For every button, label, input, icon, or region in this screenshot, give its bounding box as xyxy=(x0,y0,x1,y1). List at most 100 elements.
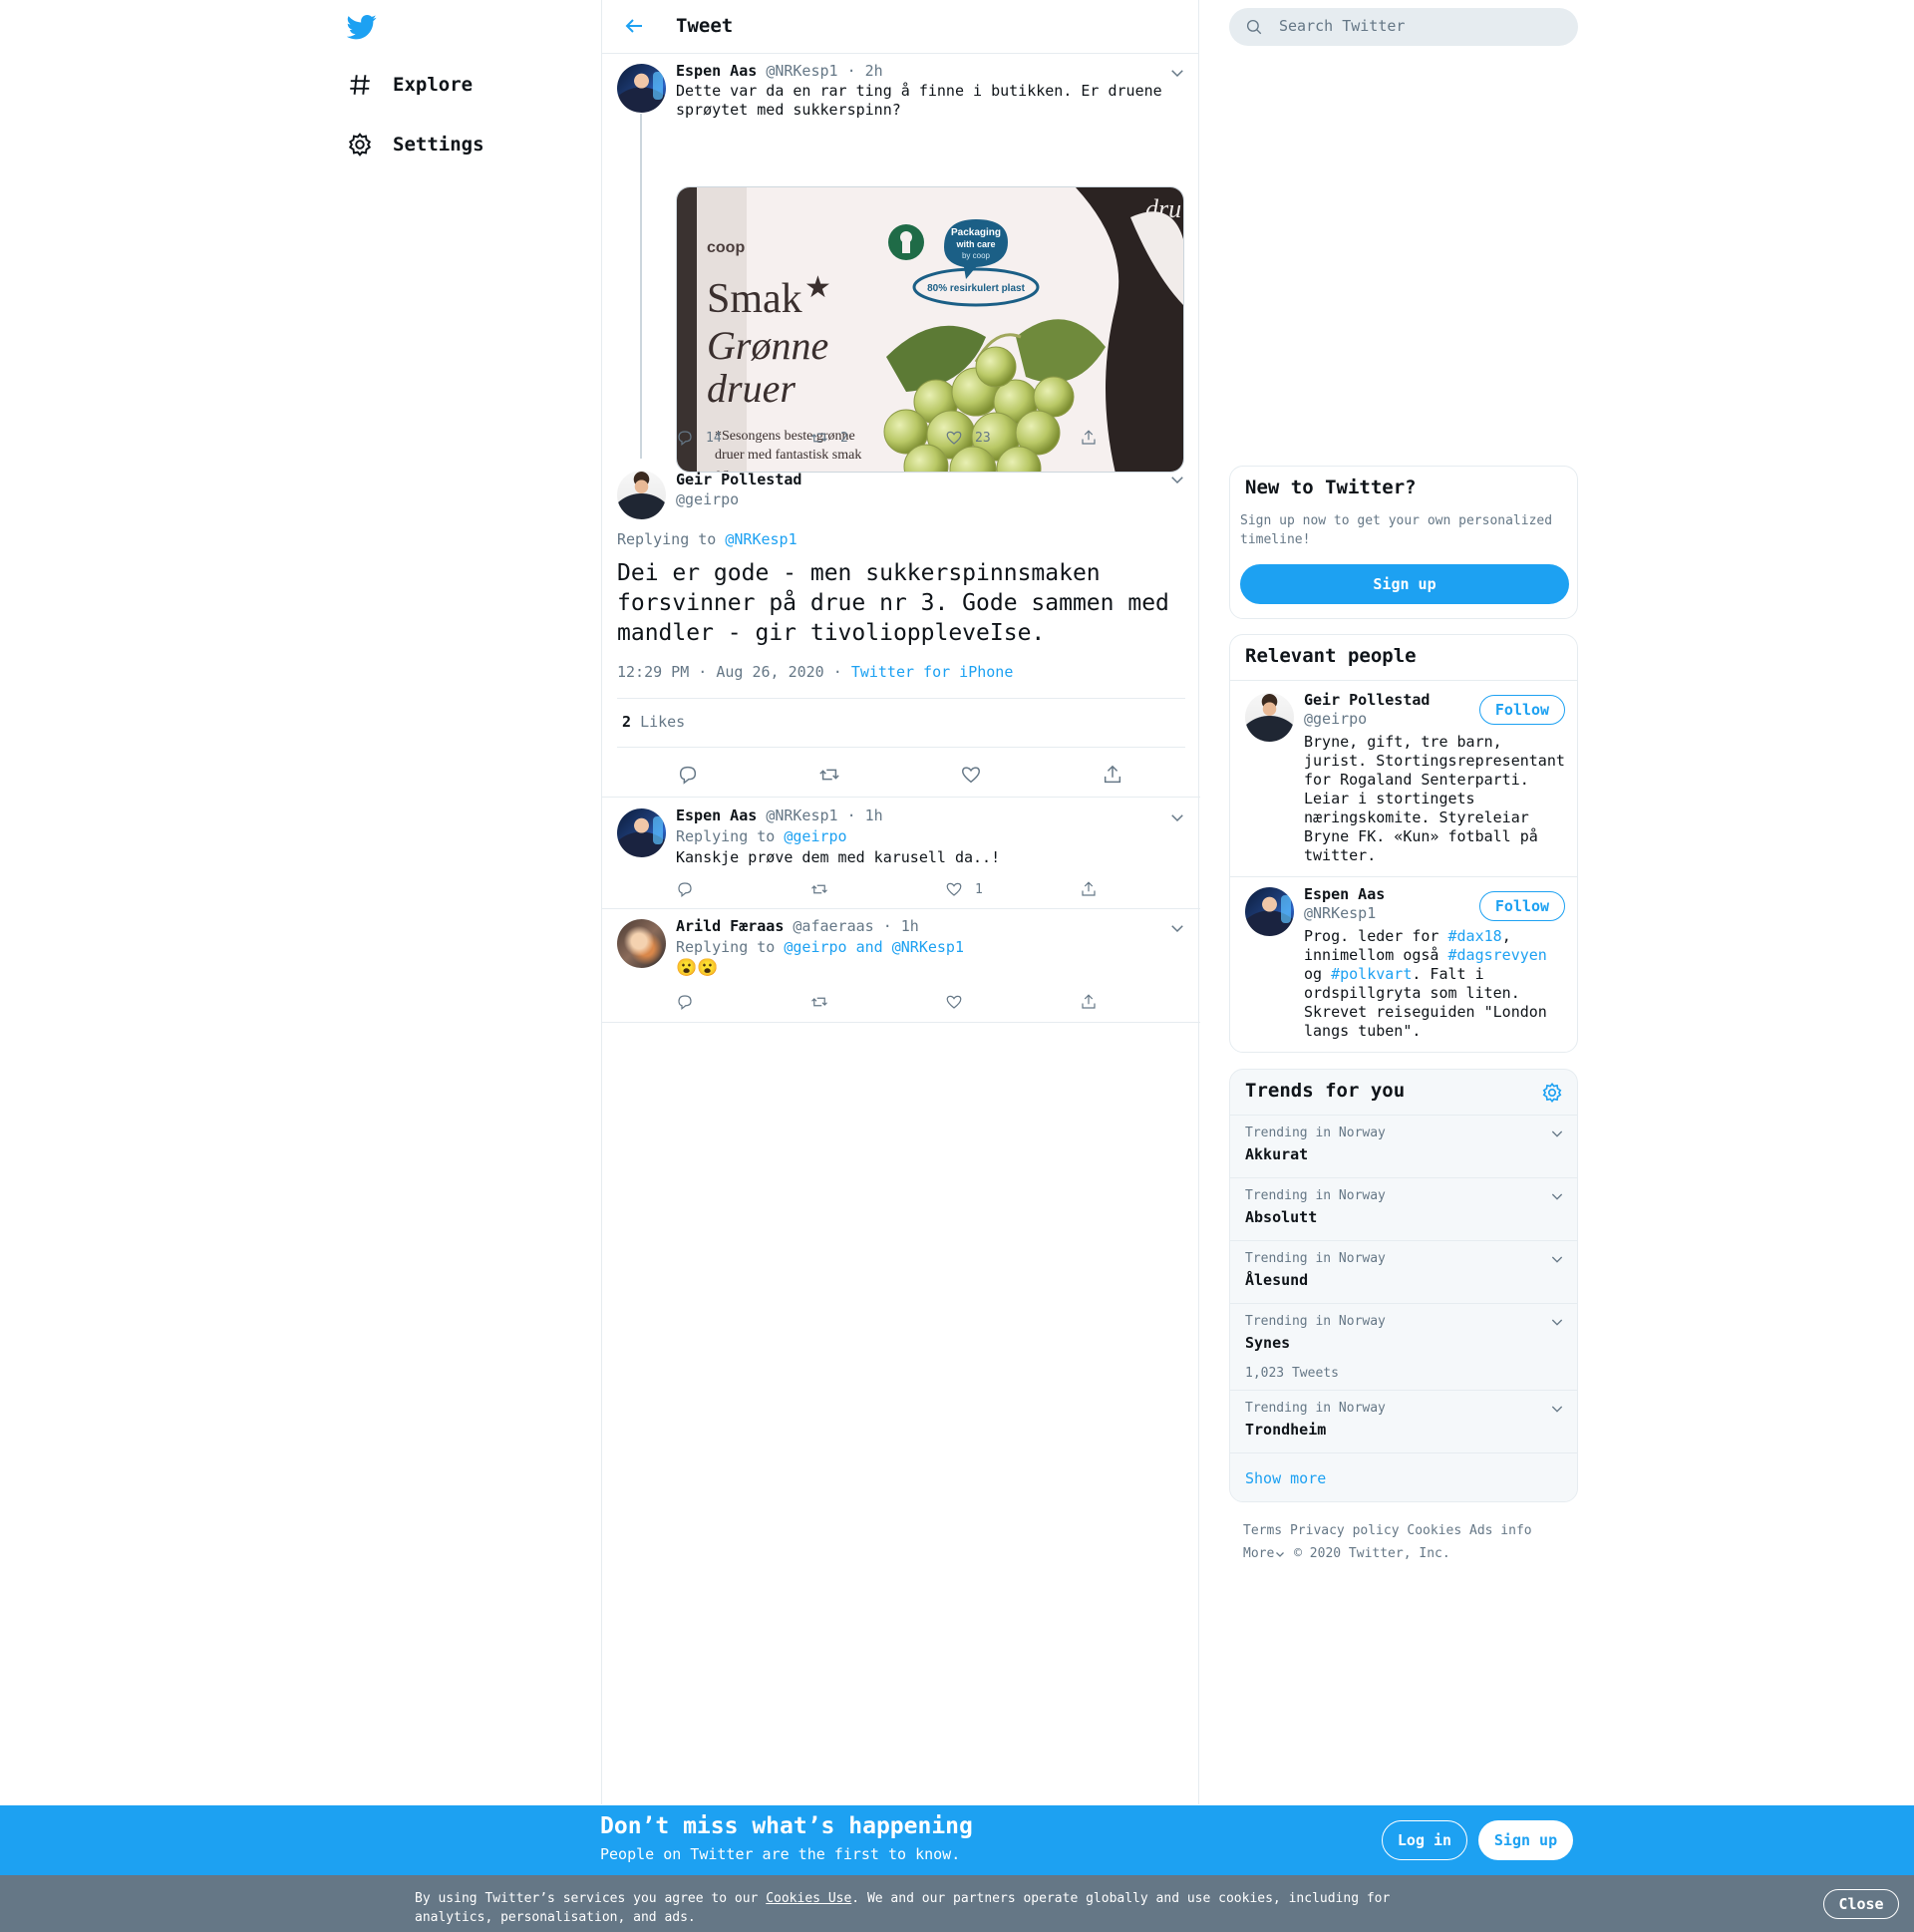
tweet-source-link[interactable]: Twitter for iPhone xyxy=(851,663,1014,681)
author-name[interactable]: Espen Aas xyxy=(676,62,757,80)
nav-explore[interactable]: Explore xyxy=(347,72,473,98)
sign-up-button[interactable]: Sign up xyxy=(1240,564,1569,604)
chevron-down-icon[interactable] xyxy=(1549,1188,1565,1204)
person-item[interactable]: Geir Pollestad @geirpo Follow Bryne, gif… xyxy=(1230,680,1577,876)
author-handle[interactable]: @afaeraas xyxy=(793,917,873,935)
author-name[interactable]: Espen Aas xyxy=(676,806,757,824)
tweet-time[interactable]: 2h xyxy=(865,62,883,80)
chevron-down-icon[interactable] xyxy=(1549,1314,1565,1330)
person-name[interactable]: Espen Aas xyxy=(1304,885,1385,903)
show-more-link[interactable]: Show more xyxy=(1245,1469,1326,1487)
footer-ads-link[interactable]: Ads info xyxy=(1469,1523,1532,1538)
author-name[interactable]: Geir Pollestad xyxy=(676,471,801,488)
trend-item[interactable]: Trending in Norway Synes 1,023 Tweets xyxy=(1230,1303,1577,1390)
reply-tweet[interactable]: Espen Aas @NRKesp1 · 1h Replying to @gei… xyxy=(602,799,1200,909)
like-button[interactable] xyxy=(960,764,982,786)
like-button[interactable]: 23 xyxy=(945,429,991,447)
person-handle[interactable]: @NRKesp1 xyxy=(1304,904,1376,922)
reply-tweet[interactable]: Arild Færaas @afaeraas · 1h Replying to … xyxy=(602,909,1200,1023)
twitter-logo-icon[interactable] xyxy=(347,12,377,42)
tweet-author-line: Arild Færaas @afaeraas · 1h xyxy=(676,917,919,935)
share-button[interactable] xyxy=(1102,764,1123,786)
footer-terms-link[interactable]: Terms xyxy=(1243,1523,1282,1538)
retweet-button[interactable]: 2 xyxy=(810,429,848,447)
person-handle[interactable]: @geirpo xyxy=(1304,710,1367,728)
chevron-down-icon[interactable] xyxy=(1549,1251,1565,1267)
trend-name: Absolutt xyxy=(1245,1208,1318,1226)
author-handle[interactable]: @geirpo xyxy=(676,490,739,508)
share-button[interactable] xyxy=(1080,880,1098,898)
author-handle[interactable]: @NRKesp1 xyxy=(766,806,837,824)
trend-item[interactable]: Trending in Norway Absolutt xyxy=(1230,1177,1577,1240)
likes-label: Likes xyxy=(640,713,686,731)
avatar[interactable] xyxy=(617,919,666,968)
avatar[interactable] xyxy=(617,808,666,857)
trend-item[interactable]: Trending in Norway Ålesund xyxy=(1230,1240,1577,1303)
reply-button[interactable] xyxy=(677,764,699,786)
share-icon xyxy=(1082,430,1096,445)
close-button[interactable]: Close xyxy=(1823,1889,1899,1919)
show-more-row[interactable]: Show more xyxy=(1230,1452,1577,1501)
trend-item[interactable]: Trending in Norway Trondheim xyxy=(1230,1390,1577,1452)
avatar[interactable] xyxy=(617,471,666,519)
tweet-text: Dette var da en rar ting å finne i butik… xyxy=(676,82,1162,119)
tweet-time[interactable]: 1h xyxy=(865,806,883,824)
trend-meta: Trending in Norway xyxy=(1245,1126,1386,1140)
footer-privacy-link[interactable]: Privacy policy xyxy=(1290,1523,1400,1538)
nav-settings[interactable]: Settings xyxy=(347,132,484,158)
tweet-actions: 1 xyxy=(676,880,1115,900)
retweet-button[interactable] xyxy=(810,993,840,1011)
dot-separator: · xyxy=(846,62,856,80)
replying-to-link[interactable]: @geirpo xyxy=(784,827,846,845)
replying-to-link[interactable]: @NRKesp1 xyxy=(725,530,797,548)
trend-item[interactable]: Trending in Norway Akkurat xyxy=(1230,1115,1577,1177)
dot-separator: · xyxy=(882,917,892,935)
chevron-down-icon[interactable] xyxy=(1549,1401,1565,1417)
person-item[interactable]: Espen Aas @NRKesp1 Follow Prog. leder fo… xyxy=(1230,876,1577,1052)
back-arrow-icon[interactable] xyxy=(622,14,646,38)
share-button[interactable] xyxy=(1080,993,1098,1011)
likes-stat[interactable]: 2 Likes xyxy=(622,713,685,731)
reply-button[interactable] xyxy=(676,993,706,1011)
follow-button[interactable]: Follow xyxy=(1479,695,1565,725)
chevron-down-icon[interactable] xyxy=(1168,471,1186,488)
avatar[interactable] xyxy=(617,64,666,113)
author-name[interactable]: Arild Færaas xyxy=(676,917,784,935)
follow-button[interactable]: Follow xyxy=(1479,891,1565,921)
hashtag-link[interactable]: #dagsrevyen xyxy=(1448,946,1547,964)
hashtag-link[interactable]: #polkvart xyxy=(1331,965,1412,983)
search-box[interactable]: Search Twitter xyxy=(1229,8,1578,46)
sign-up-button[interactable]: Sign up xyxy=(1478,1820,1573,1860)
reply-button[interactable] xyxy=(676,880,706,898)
like-button[interactable]: 1 xyxy=(945,880,983,898)
cookies-use-link[interactable]: Cookies Use xyxy=(766,1891,851,1906)
tweet-time[interactable]: 1h xyxy=(901,917,919,935)
recycled-label: 80% resirkulert plast xyxy=(927,283,1025,294)
search-icon xyxy=(1246,19,1262,35)
avatar[interactable] xyxy=(1245,693,1294,742)
gear-icon xyxy=(348,133,372,157)
chevron-down-icon[interactable] xyxy=(1168,808,1186,826)
gear-icon[interactable] xyxy=(1541,1082,1563,1104)
footer-more-link[interactable]: More xyxy=(1243,1546,1286,1561)
person-name[interactable]: Geir Pollestad xyxy=(1304,691,1430,709)
retweet-button[interactable] xyxy=(810,880,840,898)
star-mark: ★ xyxy=(804,271,831,304)
author-handle[interactable]: @NRKesp1 xyxy=(766,62,837,80)
avatar[interactable] xyxy=(1245,887,1294,936)
reply-button[interactable]: 14 xyxy=(676,429,722,447)
parent-tweet[interactable]: Espen Aas @NRKesp1 · 2h Dette var da en … xyxy=(602,54,1200,473)
footer-cookies-link[interactable]: Cookies xyxy=(1407,1523,1461,1538)
chevron-down-icon[interactable] xyxy=(1549,1126,1565,1141)
share-button[interactable] xyxy=(1080,429,1098,447)
hashtag-link[interactable]: #dax18 xyxy=(1448,927,1502,945)
log-in-button[interactable]: Log in xyxy=(1382,1820,1467,1860)
chevron-down-icon[interactable] xyxy=(1168,64,1186,82)
likes-count: 2 xyxy=(622,713,632,731)
retweet-button[interactable] xyxy=(818,764,840,786)
replying-to-link[interactable]: @geirpo and @NRKesp1 xyxy=(784,938,964,956)
heart-icon xyxy=(946,431,962,445)
tweet-timestamp[interactable]: 12:29 PM · Aug 26, 2020 xyxy=(617,663,824,681)
chevron-down-icon[interactable] xyxy=(1168,919,1186,937)
like-button[interactable] xyxy=(945,993,975,1011)
